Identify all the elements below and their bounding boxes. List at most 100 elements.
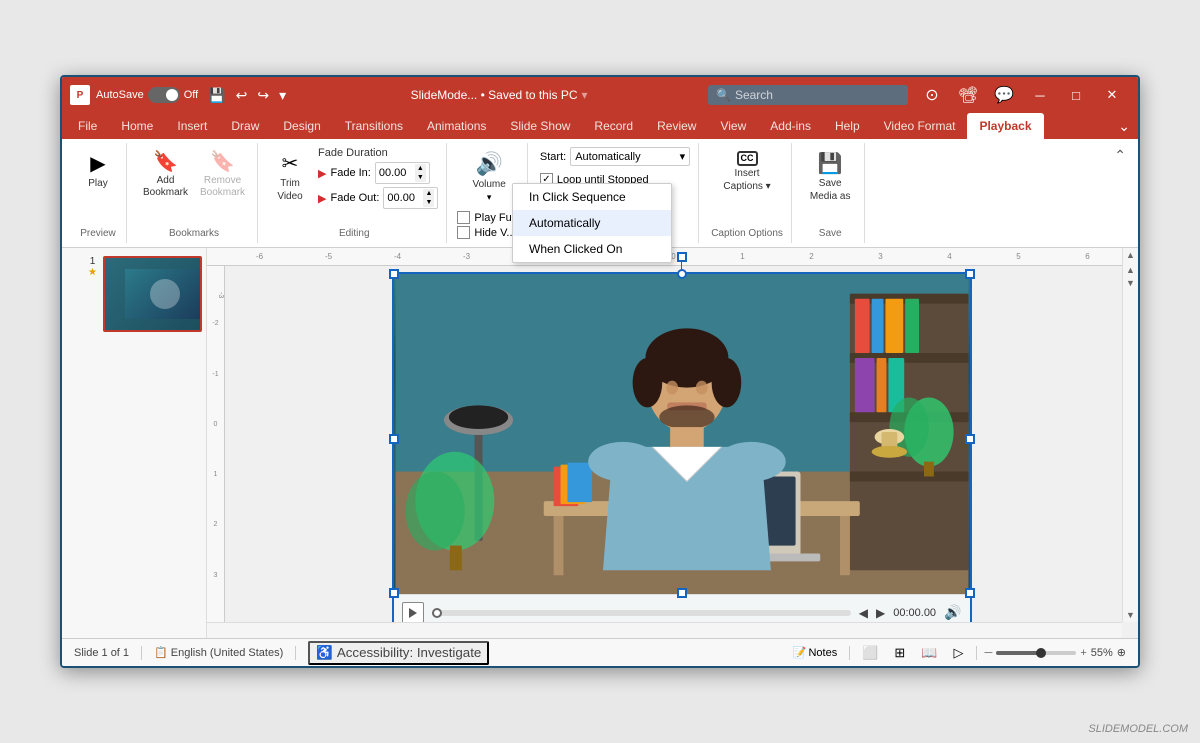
fade-duration-section: Fade Duration ▶ Fade In: 00.00 ▲ ▼: [318, 147, 438, 209]
video-time-display: 00:00.00: [893, 607, 936, 619]
normal-view-button[interactable]: ⬜: [858, 643, 882, 663]
tab-design[interactable]: Design: [271, 113, 332, 139]
video-next-button[interactable]: ▶: [876, 606, 885, 620]
tab-slideshow[interactable]: Slide Show: [498, 113, 582, 139]
ribbon-collapse[interactable]: ⌃: [1110, 143, 1130, 243]
scroll-down-button[interactable]: ▼: [1124, 608, 1137, 622]
fade-in-arrow: ▶: [318, 167, 326, 180]
play-label: Play: [88, 178, 107, 189]
video-volume-control[interactable]: 🔊: [944, 604, 961, 621]
handle-tm[interactable]: [677, 269, 687, 279]
add-bookmark-icon: 🔖: [153, 149, 178, 174]
play-triangle-icon: [409, 608, 417, 618]
redo-button[interactable]: ↪: [253, 85, 273, 106]
handle-ml[interactable]: [389, 434, 399, 444]
scroll-arrow-down[interactable]: ▼: [1125, 277, 1136, 289]
accessibility-icon: ♿: [316, 645, 333, 661]
search-box[interactable]: 🔍: [708, 85, 908, 105]
option-when-clicked-on[interactable]: When Clicked On: [513, 236, 671, 262]
ribbon-group-captions: CC Insert Captions ▾ Caption Options: [703, 143, 792, 243]
fade-out-up[interactable]: ▲: [423, 189, 434, 198]
video-prev-button[interactable]: ◀: [859, 606, 868, 620]
save-media-button[interactable]: 💾 Save Media as: [804, 147, 857, 206]
tab-view[interactable]: View: [708, 113, 758, 139]
title-center: SlideMode... • Saved to this PC ▾: [296, 88, 702, 102]
canvas-area: -6 -5 -4 -3 -2 -1 0 1 2 3 4 5 6: [207, 248, 1138, 638]
maximize-button[interactable]: □: [1058, 77, 1094, 113]
record-icon[interactable]: ⊙: [914, 77, 950, 113]
video-scene: [394, 274, 970, 594]
zoom-plus[interactable]: +: [1080, 647, 1086, 659]
slide-sorter-button[interactable]: ⊞: [890, 643, 909, 663]
tab-review[interactable]: Review: [645, 113, 708, 139]
progress-thumb[interactable]: [432, 608, 442, 618]
fade-in-spinner[interactable]: ▲ ▼: [415, 164, 426, 182]
handle-tr[interactable]: [965, 269, 975, 279]
fade-in-down[interactable]: ▼: [415, 173, 426, 182]
fade-out-spinner[interactable]: ▲ ▼: [423, 189, 434, 207]
slideshow-button[interactable]: ▷: [950, 643, 968, 663]
scroll-arrow-up[interactable]: ▲: [1125, 264, 1136, 276]
option-automatically[interactable]: Automatically: [513, 210, 671, 236]
scrollbar-vertical[interactable]: ▲ ▲ ▼ ▼: [1122, 248, 1138, 622]
undo-button[interactable]: ↩: [232, 85, 252, 106]
autosave-toggle[interactable]: [148, 87, 180, 103]
reading-view-button[interactable]: 📖: [917, 643, 941, 663]
remove-bookmark-button[interactable]: 🔖 Remove Bookmark: [196, 147, 249, 200]
handle-tl[interactable]: [389, 269, 399, 279]
close-button[interactable]: ✕: [1094, 77, 1130, 113]
video-play-button[interactable]: [402, 602, 424, 624]
accessibility-button[interactable]: ♿ Accessibility: Investigate: [308, 641, 489, 665]
option-in-click-sequence[interactable]: In Click Sequence: [513, 184, 671, 210]
play-button[interactable]: ▶ Play: [78, 147, 118, 193]
minimize-button[interactable]: ─: [1022, 77, 1058, 113]
slide-thumbnail-1[interactable]: [103, 256, 202, 332]
tab-help[interactable]: Help: [823, 113, 872, 139]
add-bookmark-button[interactable]: 🔖 Add Bookmark: [139, 147, 192, 200]
tab-videoformat[interactable]: Video Format: [872, 113, 968, 139]
zoom-slider[interactable]: [996, 651, 1076, 655]
search-input[interactable]: [735, 88, 900, 102]
save-button[interactable]: 💾: [204, 85, 229, 106]
trim-video-button[interactable]: ✂ Trim Video: [270, 147, 310, 206]
fade-out-down[interactable]: ▼: [423, 198, 434, 207]
slide-thumb-content: [105, 258, 202, 330]
fade-out-input[interactable]: 00.00 ▲ ▼: [383, 187, 438, 209]
zoom-slider-thumb[interactable]: [1036, 648, 1046, 658]
window-controls: ⊙ 📽 💬 ─ □ ✕: [914, 77, 1130, 113]
present-icon[interactable]: 📽: [950, 77, 986, 113]
handle-bl[interactable]: [389, 588, 399, 598]
start-dropdown[interactable]: Automatically ▾: [570, 147, 690, 166]
tab-file[interactable]: File: [66, 113, 109, 139]
scrollbar-horizontal[interactable]: [207, 622, 1122, 638]
handle-bm[interactable]: [677, 588, 687, 598]
divider-2: [295, 646, 296, 660]
volume-button[interactable]: 🔊 Volume ▾: [466, 147, 511, 207]
zoom-minus[interactable]: ─: [985, 647, 993, 659]
handle-mr[interactable]: [965, 434, 975, 444]
tab-home[interactable]: Home: [109, 113, 165, 139]
comment-icon[interactable]: 💬: [986, 77, 1022, 113]
rotate-handle[interactable]: [677, 252, 687, 262]
fade-in-up[interactable]: ▲: [415, 164, 426, 173]
notes-button[interactable]: 📝 Notes: [789, 644, 841, 661]
tab-draw[interactable]: Draw: [219, 113, 271, 139]
start-dropdown-menu: In Click Sequence Automatically When Cli…: [512, 183, 672, 263]
tab-addins[interactable]: Add-ins: [758, 113, 823, 139]
dropdown-chevron: ▾: [680, 150, 686, 163]
fade-in-input[interactable]: 00.00 ▲ ▼: [375, 162, 430, 184]
insert-captions-button[interactable]: CC Insert Captions ▾: [717, 147, 776, 196]
tab-animations[interactable]: Animations: [415, 113, 498, 139]
tab-insert[interactable]: Insert: [165, 113, 219, 139]
ribbon-expand-icon[interactable]: ⌄: [1114, 118, 1134, 135]
zoom-level: 55%: [1091, 647, 1113, 659]
handle-br[interactable]: [965, 588, 975, 598]
tab-transitions[interactable]: Transitions: [333, 113, 415, 139]
fit-icon[interactable]: ⊕: [1117, 646, 1126, 659]
tab-playback[interactable]: Playback: [967, 113, 1043, 139]
scroll-up-button[interactable]: ▲: [1124, 248, 1137, 262]
quick-access-button[interactable]: ▾: [275, 85, 290, 106]
play-icon: ▶: [90, 151, 105, 176]
tab-record[interactable]: Record: [582, 113, 645, 139]
video-progress-bar[interactable]: [432, 610, 851, 616]
